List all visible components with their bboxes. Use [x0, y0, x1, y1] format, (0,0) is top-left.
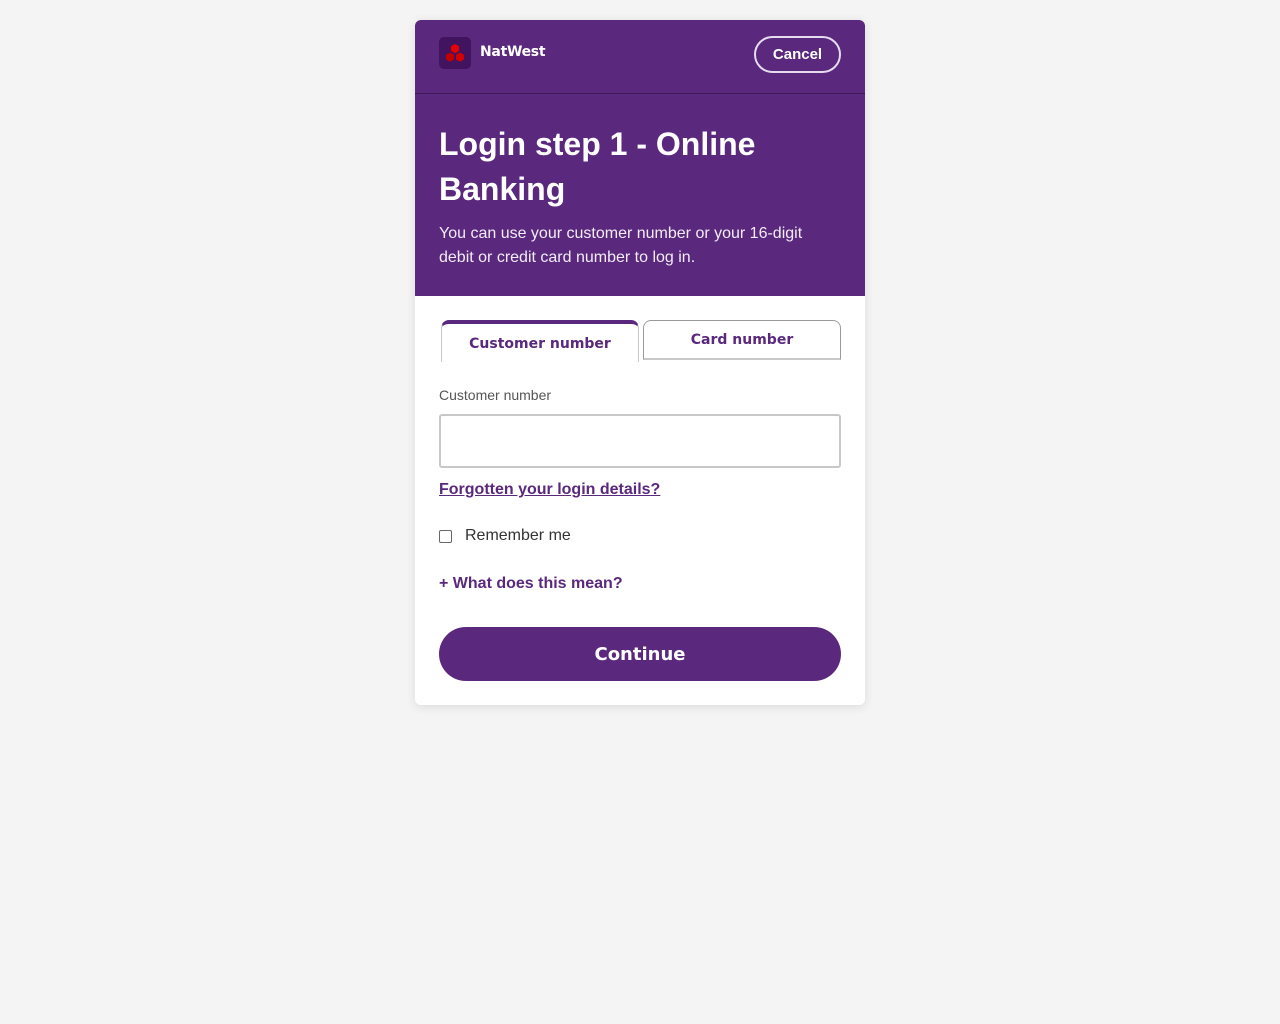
remember-me-label[interactable]: Remember me [465, 527, 571, 545]
remember-me-option[interactable]: Remember me [439, 527, 571, 545]
remember-me-checkbox[interactable] [439, 529, 452, 543]
continue-button[interactable]: Continue [439, 627, 841, 681]
forgotten-login-link[interactable]: Forgotten your login details? [439, 481, 660, 499]
tab-customer-number[interactable]: Customer number [441, 320, 639, 362]
form-area: Customer number Card number Customer num… [415, 20, 865, 705]
customer-number-label: Customer number [439, 387, 552, 403]
what-does-this-mean-link[interactable]: + What does this mean? [439, 575, 623, 593]
login-method-tabs: Customer number Card number [439, 320, 841, 362]
customer-number-input[interactable] [439, 414, 841, 468]
tab-card-number[interactable]: Card number [643, 320, 841, 360]
